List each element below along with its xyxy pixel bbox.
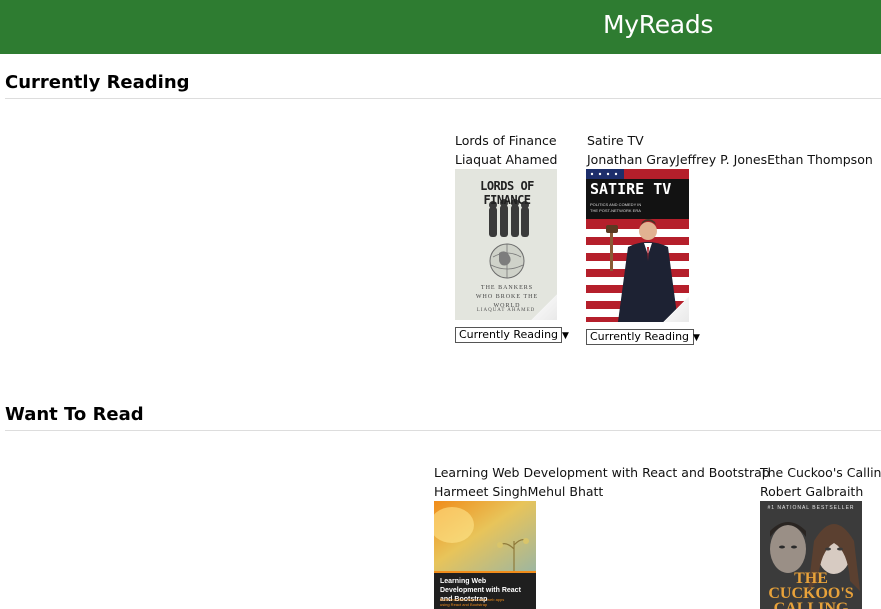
book-title: Learning Web Development with React and … xyxy=(434,465,770,480)
shelf-divider xyxy=(5,98,881,99)
cover-title-text: THE CUCKOO'S CALLING xyxy=(768,570,854,609)
app-header: MyReads xyxy=(0,0,881,54)
shelf-title-want-to-read: Want To Read xyxy=(5,404,144,425)
book-title: The Cuckoo's Calling xyxy=(760,465,881,480)
book-cover[interactable]: #1 NATIONAL BESTSELLER THE CUCKOO'S CALL… xyxy=(760,501,862,609)
cover-subtitle-text: POLITICS AND COMEDY IN THE POST-NETWORK … xyxy=(590,202,642,213)
book-authors: Jonathan GrayJeffrey P. JonesEthan Thomp… xyxy=(587,152,873,167)
shelf-divider xyxy=(5,430,881,431)
book-cover[interactable]: LORDS OF FINANCE THE BANKERS WHO BROKE T… xyxy=(455,169,557,320)
page-curl xyxy=(531,294,557,320)
book-cover[interactable]: Learning Web Development with React and … xyxy=(434,501,536,609)
shelf-select[interactable]: Currently Reading ▼ xyxy=(455,327,569,343)
shelf-select[interactable]: Currently Reading ▼ xyxy=(586,329,700,345)
caret-down-icon: ▼ xyxy=(693,333,700,343)
cover-title-text: LORDS OF FINANCE xyxy=(480,179,534,207)
caret-down-icon: ▼ xyxy=(562,331,569,341)
book-cover[interactable]: SATIRE TV POLITICS AND COMEDY IN THE POS… xyxy=(586,169,689,322)
cover-top-text: #1 NATIONAL BESTSELLER xyxy=(767,505,855,511)
book-authors: Liaquat Ahamed xyxy=(455,152,558,167)
cover-title-text: SATIRE TV xyxy=(590,180,672,198)
book-authors: Harmeet SinghMehul Bhatt xyxy=(434,484,604,499)
page-curl xyxy=(663,296,689,322)
shelf-title-currently-reading: Currently Reading xyxy=(5,72,190,93)
book-title: Lords of Finance xyxy=(455,133,557,148)
book-authors: Robert Galbraith xyxy=(760,484,864,499)
app-title: MyReads xyxy=(603,10,714,39)
book-title: Satire TV xyxy=(587,133,644,148)
shelf-select-value: Currently Reading xyxy=(459,328,559,341)
shelf-select-value: Currently Reading xyxy=(590,330,690,343)
cover-subtitle-text: Build real-time responsive web apps usin… xyxy=(440,597,505,607)
